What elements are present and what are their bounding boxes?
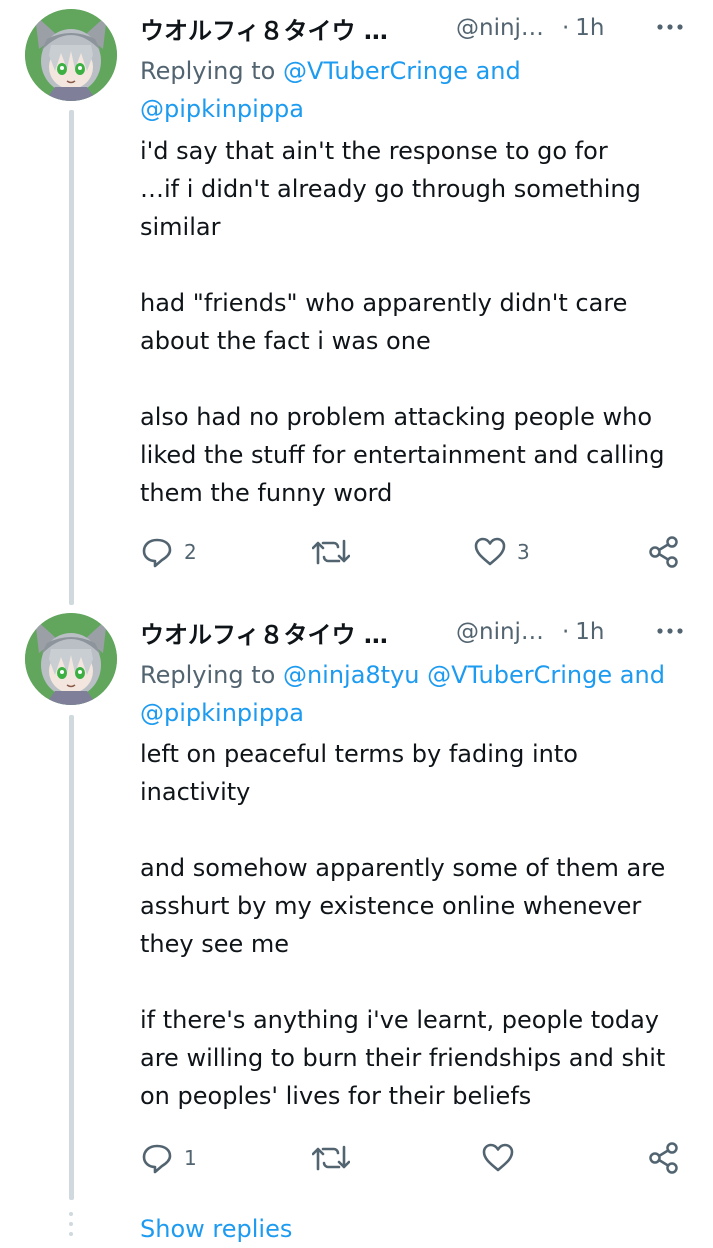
heart-icon <box>482 1143 514 1172</box>
tweet-text-line: they see me <box>140 930 290 958</box>
reply-icon <box>142 1144 172 1174</box>
tweet-text-line: on peoples' lives for their beliefs <box>140 1082 532 1110</box>
user-handle[interactable]: @ninj… <box>456 619 544 645</box>
tweet-text-line: are willing to burn their friendships an… <box>140 1044 666 1072</box>
share-icon <box>649 1142 678 1174</box>
tweet-text-line: and somehow apparently some of them are <box>140 854 666 882</box>
timestamp[interactable]: 1h <box>575 15 604 41</box>
user-handle[interactable]: @ninj… <box>456 15 544 41</box>
tweet-text-line: also had no problem attacking people who <box>140 403 653 431</box>
timestamp[interactable]: 1h <box>575 619 604 645</box>
avatar-image <box>25 9 117 101</box>
like-button[interactable] <box>481 1140 525 1176</box>
avatar[interactable] <box>25 9 117 101</box>
tweet-text-line: …if i didn't already go through somethin… <box>140 175 641 203</box>
thread-continuation-dots <box>69 1212 74 1242</box>
share-button[interactable] <box>648 534 680 570</box>
display-name[interactable]: ウオルフィ８タイウ … <box>140 11 440 46</box>
mention-link[interactable]: @ninja8tyu @VTuberCringe and <box>283 661 665 689</box>
tweet-text-line: had "friends" who apparently didn't care <box>140 289 628 317</box>
tweet-text: left on peaceful terms by fading into in… <box>140 735 695 1115</box>
replying-to-label: Replying to <box>140 57 283 85</box>
more-icon[interactable] <box>655 616 685 646</box>
heart-icon <box>474 537 506 566</box>
replying-to: Replying to @VTuberCringe and @pipkinpip… <box>140 52 693 128</box>
tweet-text: i'd say that ain't the response to go fo… <box>140 132 695 512</box>
reply-count: 1 <box>184 1146 197 1170</box>
action-bar: 2 3 <box>140 534 685 570</box>
tweet-text-line: inactivity <box>140 778 251 806</box>
mention-link[interactable]: @pipkinpippa <box>140 694 693 732</box>
share-icon <box>649 536 678 568</box>
tweet-text-line: them the funny word <box>140 479 393 507</box>
retweet-button[interactable] <box>312 534 360 570</box>
retweet-icon <box>312 539 350 565</box>
show-replies-link[interactable]: Show replies <box>140 1210 292 1248</box>
display-name[interactable]: ウオルフィ８タイウ … <box>140 615 440 650</box>
separator: · <box>561 15 570 41</box>
reply-count: 2 <box>184 540 197 564</box>
action-bar: 1 <box>140 1140 685 1176</box>
tweet-text-line: if there's anything i've learnt, people … <box>140 1006 659 1034</box>
more-icon[interactable] <box>655 12 685 42</box>
reply-button[interactable]: 1 <box>140 1140 197 1176</box>
tweet-text-line: liked the stuff for entertainment and ca… <box>140 441 665 469</box>
reply-icon <box>142 538 172 568</box>
mention-link[interactable]: @pipkinpippa <box>140 90 693 128</box>
mention-link[interactable]: @VTuberCringe and <box>283 57 521 85</box>
separator: · <box>561 619 570 645</box>
tweet-text-line: asshurt by my existence online whenever <box>140 892 642 920</box>
tweet-text-line: similar <box>140 213 221 241</box>
share-button[interactable] <box>648 1140 680 1176</box>
like-count: 3 <box>517 540 530 564</box>
thread-line <box>69 110 74 605</box>
replying-to: Replying to @ninja8tyu @VTuberCringe and… <box>140 656 693 732</box>
tweet-1[interactable]: ウオルフィ８タイウ … @ninj… · 1h Replying to @VTu… <box>0 0 713 605</box>
tweet-header: ウオルフィ８タイウ … @ninj… · 1h <box>140 8 693 48</box>
replying-to-label: Replying to <box>140 661 283 689</box>
tweet-header: ウオルフィ８タイウ … @ninj… · 1h <box>140 612 693 652</box>
tweet-2[interactable]: ウオルフィ８タイウ … @ninj… · 1h Replying to @nin… <box>0 605 713 1205</box>
thread-line <box>69 715 74 1200</box>
retweet-button[interactable] <box>312 1140 360 1176</box>
tweet-text-line: i'd say that ain't the response to go fo… <box>140 137 608 165</box>
tweet-text-line: about the fact i was one <box>140 327 431 355</box>
tweet-text-line: left on peaceful terms by fading into <box>140 740 578 768</box>
avatar-image <box>25 613 117 705</box>
avatar[interactable] <box>25 613 117 705</box>
retweet-icon <box>312 1145 350 1171</box>
reply-button[interactable]: 2 <box>140 534 197 570</box>
like-button[interactable]: 3 <box>473 534 530 570</box>
